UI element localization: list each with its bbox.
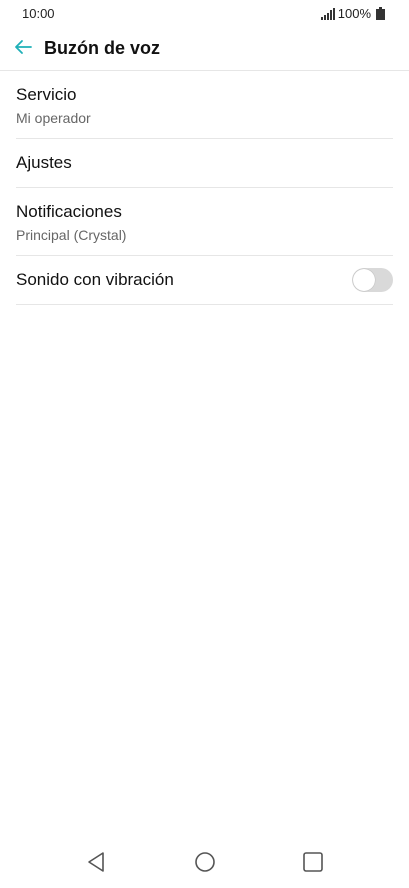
nav-home-button[interactable] [192,851,218,878]
signal-icon [320,7,335,20]
list-item-servicio[interactable]: Servicio Mi operador [16,71,393,139]
navigation-bar [0,840,409,888]
battery-percent: 100% [337,6,371,21]
app-bar: Buzón de voz [0,28,409,71]
item-title: Notificaciones [16,202,122,221]
square-recents-icon [302,851,324,878]
settings-list: Servicio Mi operador Ajustes Notificacio… [16,71,393,305]
item-title: Sonido con vibración [16,270,174,289]
item-subtitle: Principal (Crystal) [16,227,127,243]
page-title: Buzón de voz [44,38,160,58]
item-title: Servicio [16,85,77,104]
battery-icon [376,7,385,20]
toggle-knob [353,269,375,291]
list-item-ajustes[interactable]: Ajustes [16,139,393,188]
item-title: Ajustes [16,153,72,172]
circle-home-icon [194,851,216,878]
list-item-notificaciones[interactable]: Notificaciones Principal (Crystal) [16,188,393,256]
vibration-toggle[interactable] [352,268,393,292]
list-item-sonido-vibracion[interactable]: Sonido con vibración [16,256,393,305]
status-indicators: 100% [320,6,385,21]
triangle-back-icon [86,851,106,878]
arrow-left-icon [13,39,33,60]
item-subtitle: Mi operador [16,110,91,126]
nav-back-button[interactable] [83,851,109,878]
status-time: 10:00 [22,6,55,21]
nav-recents-button[interactable] [300,851,326,878]
back-button[interactable] [8,34,38,64]
status-bar: 10:00 100% [0,0,409,28]
